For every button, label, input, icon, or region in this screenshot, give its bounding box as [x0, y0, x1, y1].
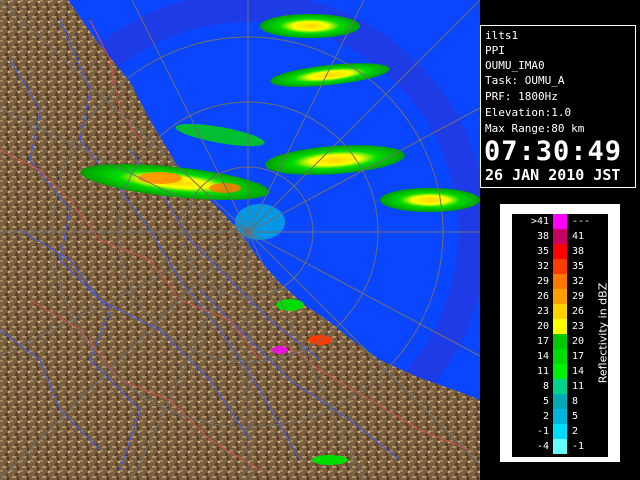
legend-high-value: 5	[572, 411, 579, 422]
legend-swatch	[553, 424, 567, 439]
legend-row: 35 38	[512, 244, 608, 259]
radar-info-panel: ilts1 PPI OUMU_IMA0 Task: OUMU_A PRF: 18…	[480, 25, 636, 188]
legend-swatch	[553, 259, 567, 274]
scan-date: 26 JAN 2010 JST	[485, 166, 621, 184]
legend-low-value: 2	[542, 411, 549, 422]
legend-low-value: 8	[542, 381, 549, 392]
legend-unit-label: Reflectivity in dBZ	[596, 282, 610, 384]
legend-low-value: 26	[536, 291, 549, 302]
legend-low-value: 11	[536, 366, 549, 377]
legend-low-value: 17	[536, 336, 549, 347]
legend-swatch	[553, 274, 567, 289]
product-type: PPI	[485, 44, 505, 57]
legend-row: -1 2	[512, 424, 608, 439]
legend-swatch	[553, 364, 567, 379]
legend-row: 14 17	[512, 349, 608, 364]
legend-high-value: 8	[572, 396, 579, 407]
legend-low-value: 5	[542, 396, 549, 407]
prf-label: PRF: 1800Hz	[485, 90, 558, 103]
legend-low-value: 38	[536, 231, 549, 242]
legend-swatch	[553, 379, 567, 394]
elevation-label: Elevation:1.0	[485, 106, 572, 119]
legend-low-value: -4	[536, 441, 549, 452]
legend-low-value: 23	[536, 306, 549, 317]
legend-low-value: 29	[536, 276, 549, 287]
legend-row: 11 14	[512, 364, 608, 379]
legend-scale: >41 --- 38 41 35 38 32 35 29 32 26 29 23 26 20 23 17 20 14…	[512, 214, 608, 457]
legend-low-value: 20	[536, 321, 549, 332]
max-range-label: Max Range:80 km	[485, 122, 585, 135]
legend-row: 32 35	[512, 259, 608, 274]
legend-low-value: 35	[536, 246, 549, 257]
legend-swatch	[553, 439, 567, 454]
radar-id: OUMU_IMA0	[485, 59, 545, 72]
legend-swatch	[553, 394, 567, 409]
legend-row: >41 ---	[512, 214, 608, 229]
legend-row: 38 41	[512, 229, 608, 244]
legend-swatch	[553, 244, 567, 259]
legend-row: 17 20	[512, 334, 608, 349]
site-name: ilts1	[485, 29, 519, 42]
legend-row: 25	[512, 409, 608, 424]
legend-high-value: ---	[572, 216, 591, 227]
legend-row: 58	[512, 394, 608, 409]
legend-high-value: 35	[572, 261, 585, 272]
task-label: Task: OUMU_A	[485, 74, 565, 87]
legend-row: 23 26	[512, 304, 608, 319]
legend-row: -4 -1	[512, 439, 608, 454]
legend-low-value: 14	[536, 351, 549, 362]
legend-row: 20 23	[512, 319, 608, 334]
legend-swatch	[553, 319, 567, 334]
legend-swatch	[553, 214, 567, 229]
legend-swatch	[553, 289, 567, 304]
legend-row: 26 29	[512, 289, 608, 304]
legend-swatch	[553, 229, 567, 244]
legend-low-value: -1	[536, 426, 549, 437]
legend-swatch	[553, 409, 567, 424]
legend-row: 8 11	[512, 379, 608, 394]
legend-row: 29 32	[512, 274, 608, 289]
scan-time: 07:30:49	[484, 136, 623, 167]
legend-high-value: 38	[572, 246, 585, 257]
legend-swatch	[553, 304, 567, 319]
legend-high-value: 41	[572, 231, 585, 242]
legend-high-value: 2	[572, 426, 579, 437]
legend-swatch	[553, 349, 567, 364]
legend-low-value: 32	[536, 261, 549, 272]
legend-low-value: >41	[530, 216, 549, 227]
legend-high-value: -1	[572, 441, 585, 452]
legend-swatch	[553, 334, 567, 349]
